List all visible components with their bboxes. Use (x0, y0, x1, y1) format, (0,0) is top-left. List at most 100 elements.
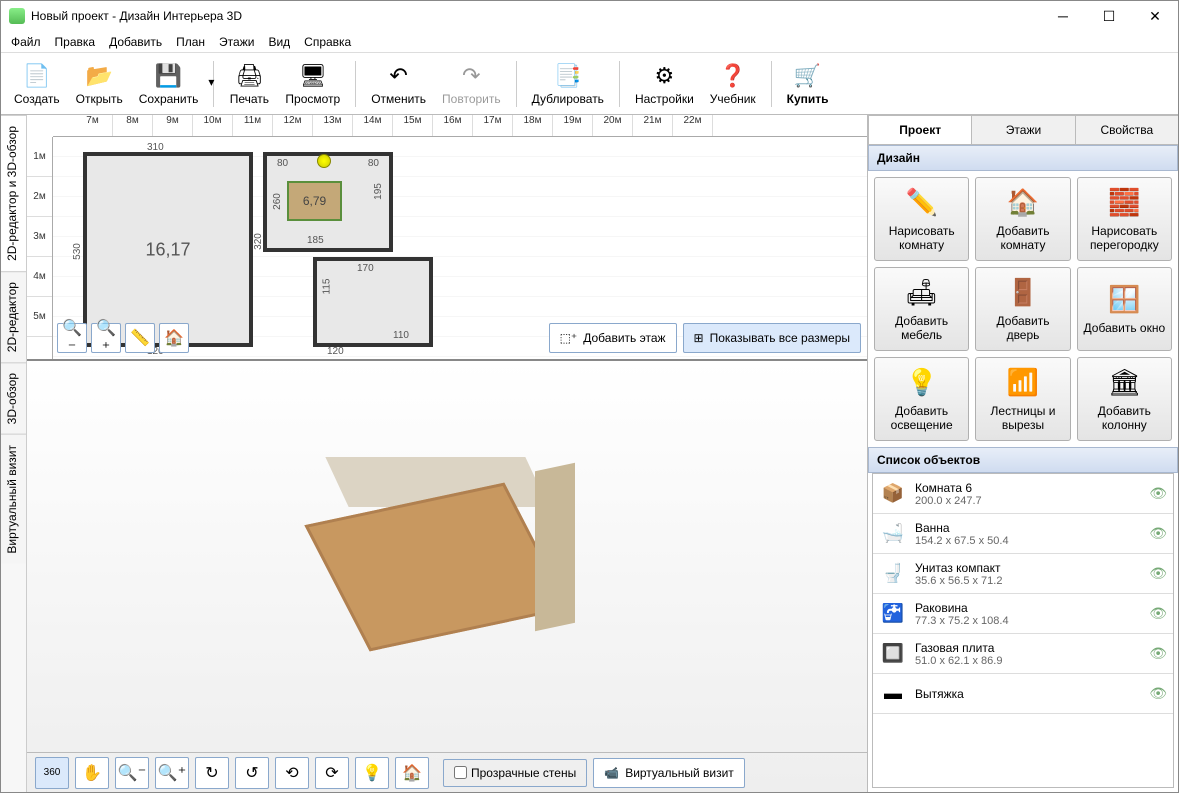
toolbar-preview-button[interactable]: 🖥Просмотр (278, 56, 347, 112)
window-title: Новый проект - Дизайн Интерьера 3D (31, 9, 242, 23)
new-icon: 📄 (23, 62, 51, 90)
minimize-button[interactable]: ─ (1040, 1, 1086, 31)
render-canvas[interactable] (27, 361, 867, 752)
vtab-virtual[interactable]: Виртуальный визит (1, 434, 26, 564)
rtab-floors[interactable]: Этажи (971, 115, 1075, 144)
help-icon: ❓ (719, 62, 747, 90)
visibility-toggle-icon[interactable]: 👁 (1149, 485, 1167, 502)
virtual-visit-button[interactable]: 📹 Виртуальный визит (593, 758, 745, 788)
design-icon: 🪟 (1107, 283, 1141, 317)
object-item-5[interactable]: ▬Вытяжка👁 (873, 674, 1173, 714)
tilt-left-button[interactable]: ⟲ (275, 757, 309, 789)
object-item-3[interactable]: 🚰Раковина77.3 x 75.2 x 108.4👁 (873, 594, 1173, 634)
menu-view[interactable]: Вид (268, 35, 290, 49)
object-item-1[interactable]: 🛁Ванна154.2 x 67.5 x 50.4👁 (873, 514, 1173, 554)
design-button-3[interactable]: 🛋Добавить мебель (874, 267, 969, 351)
menu-file[interactable]: Файл (11, 35, 41, 49)
transparent-walls-checkbox[interactable]: Прозрачные стены (443, 759, 587, 787)
measure-button[interactable]: 📏 (125, 323, 155, 353)
show-dimensions-button[interactable]: ⊞ Показывать все размеры (683, 323, 861, 353)
room-3[interactable]: 170 115 110 120 (313, 257, 433, 347)
object-item-2[interactable]: 🚽Унитаз компакт35.6 x 56.5 x 71.2👁 (873, 554, 1173, 594)
redo-icon: ↷ (457, 62, 485, 90)
ruler-horizontal: 7м8м9м10м11м12м13м14м15м16м17м18м19м20м2… (53, 115, 867, 137)
rotate-cw-button[interactable]: ↻ (195, 757, 229, 789)
toolbar-buy-button[interactable]: 🛒Купить (780, 56, 836, 112)
print-icon: 🖨 (235, 62, 263, 90)
object-icon: 🔲 (879, 640, 907, 668)
home-button[interactable]: 🏠 (159, 323, 189, 353)
rotation-marker[interactable] (317, 154, 331, 168)
rtab-properties[interactable]: Свойства (1075, 115, 1178, 144)
vtab-2d[interactable]: 2D-редактор (1, 271, 26, 362)
close-button[interactable]: ✕ (1132, 1, 1178, 31)
menu-floors[interactable]: Этажи (219, 35, 254, 49)
toolbar-print-button[interactable]: 🖨Печать (222, 56, 276, 112)
design-icon: 🛋 (905, 276, 939, 310)
camera-icon: 📹 (604, 766, 619, 780)
design-icon: 📶 (1006, 366, 1040, 400)
room-2[interactable]: 80 80 260 195 185 6,79 (263, 152, 393, 252)
design-button-7[interactable]: 📶Лестницы и вырезы (975, 357, 1070, 441)
visibility-toggle-icon[interactable]: 👁 (1149, 605, 1167, 622)
zoom-in-button[interactable]: 🔍⁺ (91, 323, 121, 353)
toolbar-new-button[interactable]: 📄Создать (7, 56, 67, 112)
design-button-5[interactable]: 🪟Добавить окно (1077, 267, 1172, 351)
titlebar: Новый проект - Дизайн Интерьера 3D ─ ☐ ✕ (1, 1, 1178, 31)
toolbar-duplicate-button[interactable]: 📑Дублировать (525, 56, 611, 112)
zoom-out-button[interactable]: 🔍⁻ (57, 323, 87, 353)
design-section-header: Дизайн (868, 145, 1178, 171)
tilt-right-button[interactable]: ⟳ (315, 757, 349, 789)
object-item-0[interactable]: 📦Комната 6200.0 x 247.7👁 (873, 474, 1173, 514)
design-icon: 💡 (905, 366, 939, 400)
design-button-8[interactable]: 🏛Добавить колонну (1077, 357, 1172, 441)
zoom-out-3d-button[interactable]: 🔍⁻ (115, 757, 149, 789)
visibility-toggle-icon[interactable]: 👁 (1149, 645, 1167, 662)
design-button-1[interactable]: 🏠Добавить комнату (975, 177, 1070, 261)
maximize-button[interactable]: ☐ (1086, 1, 1132, 31)
rtab-project[interactable]: Проект (868, 115, 972, 144)
zoom-in-3d-button[interactable]: 🔍⁺ (155, 757, 189, 789)
visibility-toggle-icon[interactable]: 👁 (1149, 565, 1167, 582)
selected-object[interactable]: 6,79 (287, 181, 342, 221)
view-3d-toolbar: 360 ✋ 🔍⁻ 🔍⁺ ↻ ↺ ⟲ ⟳ 💡 🏠 Прозрачные стены (27, 752, 867, 792)
menu-add[interactable]: Добавить (109, 35, 162, 49)
plan-tools: 🔍⁻ 🔍⁺ 📏 🏠 (57, 323, 189, 353)
add-floor-button[interactable]: ⬚⁺ Добавить этаж (549, 323, 677, 353)
design-button-0[interactable]: ✏️Нарисовать комнату (874, 177, 969, 261)
object-icon: 📦 (879, 480, 907, 508)
vtab-2d-3d[interactable]: 2D-редактор и 3D-обзор (1, 115, 26, 271)
view-3d-area[interactable]: 360 ✋ 🔍⁻ 🔍⁺ ↻ ↺ ⟲ ⟳ 💡 🏠 Прозрачные стены (27, 361, 867, 792)
toolbar-open-button[interactable]: 📂Открыть (69, 56, 130, 112)
design-icon: 🏛 (1107, 366, 1141, 400)
buy-icon: 🛒 (794, 62, 822, 90)
toolbar-redo-button[interactable]: ↷Повторить (435, 56, 508, 112)
visibility-toggle-icon[interactable]: 👁 (1149, 525, 1167, 542)
toolbar-help-button[interactable]: ❓Учебник (703, 56, 763, 112)
add-floor-icon: ⬚⁺ (560, 331, 578, 345)
menu-plan[interactable]: План (176, 35, 205, 49)
home-3d-button[interactable]: 🏠 (395, 757, 429, 789)
vtab-3d[interactable]: 3D-обзор (1, 362, 26, 434)
menu-help[interactable]: Справка (304, 35, 351, 49)
pan-button[interactable]: ✋ (75, 757, 109, 789)
object-list[interactable]: 📦Комната 6200.0 x 247.7👁🛁Ванна154.2 x 67… (872, 473, 1174, 788)
object-icon: ▬ (879, 680, 907, 708)
design-button-6[interactable]: 💡Добавить освещение (874, 357, 969, 441)
visibility-toggle-icon[interactable]: 👁 (1149, 685, 1167, 702)
toolbar-undo-button[interactable]: ↶Отменить (364, 56, 433, 112)
toolbar-settings-button[interactable]: ⚙Настройки (628, 56, 701, 112)
design-tools-grid: ✏️Нарисовать комнату🏠Добавить комнату🧱На… (868, 171, 1178, 447)
dropdown-arrow-icon[interactable]: ▾ (208, 75, 214, 89)
undo-icon: ↶ (385, 62, 413, 90)
design-button-2[interactable]: 🧱Нарисовать перегородку (1077, 177, 1172, 261)
object-item-4[interactable]: 🔲Газовая плита51.0 x 62.1 x 86.9👁 (873, 634, 1173, 674)
orbit-360-button[interactable]: 360 (35, 757, 69, 789)
design-button-4[interactable]: 🚪Добавить дверь (975, 267, 1070, 351)
plan-2d-area[interactable]: 7м8м9м10м11м12м13м14м15м16м17м18м19м20м2… (27, 115, 867, 361)
rotate-ccw-button[interactable]: ↺ (235, 757, 269, 789)
app-icon (9, 8, 25, 24)
toolbar-save-button[interactable]: 💾Сохранить▾ (132, 56, 206, 112)
light-button[interactable]: 💡 (355, 757, 389, 789)
menu-edit[interactable]: Правка (55, 35, 96, 49)
